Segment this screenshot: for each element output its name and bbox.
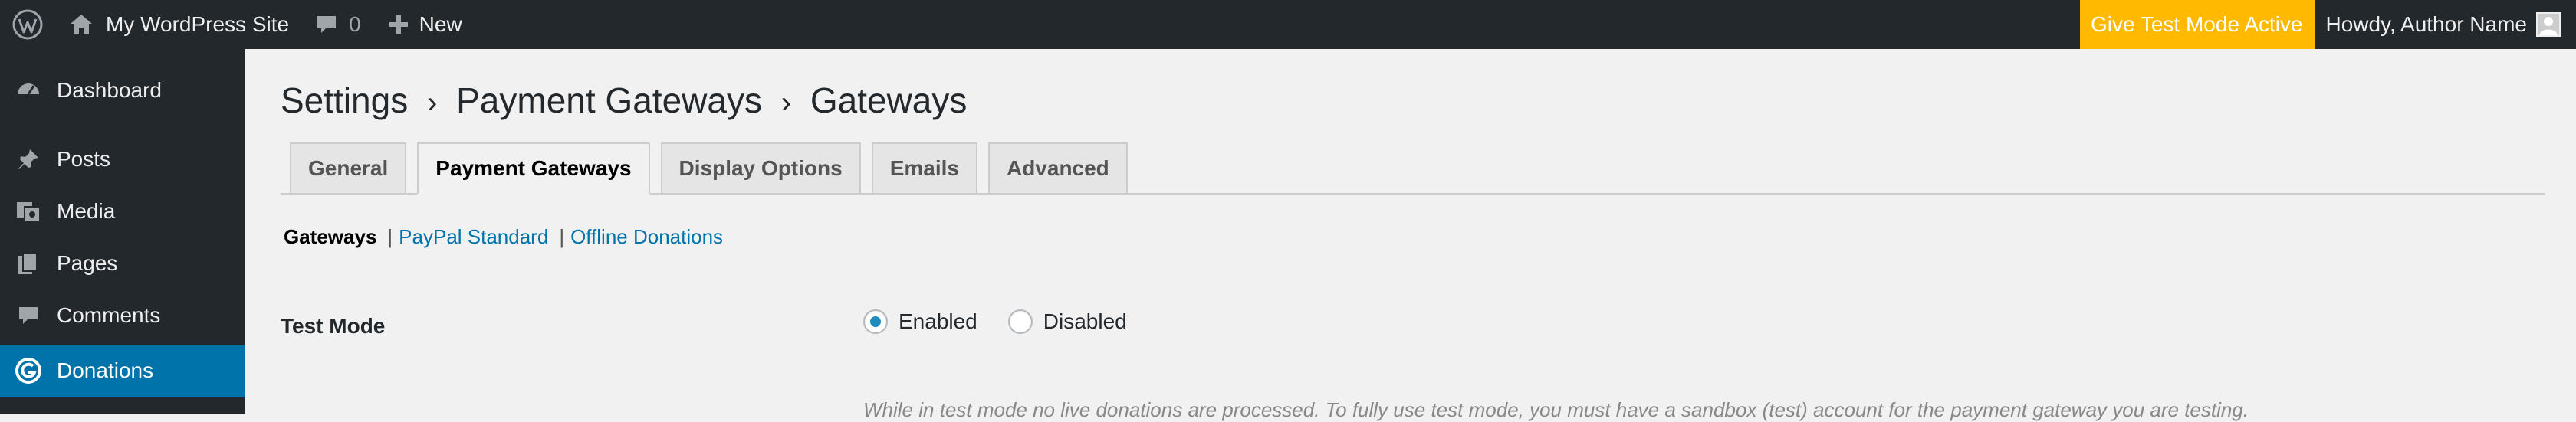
comment-icon bbox=[0, 304, 57, 327]
menu-item-comments[interactable]: Comments bbox=[0, 290, 245, 342]
test-mode-label: Test Mode bbox=[281, 314, 385, 339]
settings-tabs: General Payment Gateways Display Options… bbox=[290, 142, 1138, 193]
menu-label-posts: Posts bbox=[57, 147, 110, 172]
breadcrumb-settings: Settings bbox=[281, 80, 408, 120]
give-icon bbox=[0, 357, 57, 384]
test-mode-enabled-radio[interactable] bbox=[863, 309, 888, 334]
tab-advanced[interactable]: Advanced bbox=[988, 142, 1128, 193]
test-mode-radio-group: Enabled Disabled bbox=[863, 309, 1158, 334]
menu-item-donations[interactable]: Donations bbox=[0, 345, 245, 397]
new-content-link[interactable]: New bbox=[389, 0, 462, 49]
menu-label-media: Media bbox=[57, 199, 115, 224]
menu-label-pages: Pages bbox=[57, 251, 117, 276]
tab-payment-gateways[interactable]: Payment Gateways bbox=[417, 142, 649, 195]
tab-general[interactable]: General bbox=[290, 142, 406, 193]
test-mode-badge[interactable]: Give Test Mode Active bbox=[2080, 0, 2315, 49]
account-menu[interactable]: Howdy, Author Name bbox=[2315, 0, 2576, 49]
wordpress-logo-icon[interactable] bbox=[0, 0, 55, 49]
subnav-paypal-standard[interactable]: PayPal Standard bbox=[399, 225, 548, 249]
howdy-text: Howdy, Author Name bbox=[2326, 12, 2528, 37]
media-icon bbox=[0, 199, 57, 224]
admin-bar: My WordPress Site 0 New Give Test Mode A… bbox=[0, 0, 2576, 49]
breadcrumb-gateways: Gateways bbox=[810, 80, 968, 120]
avatar bbox=[2536, 12, 2561, 37]
tab-emails[interactable]: Emails bbox=[872, 142, 978, 193]
subnav-separator: | bbox=[387, 225, 393, 249]
breadcrumb-separator: › bbox=[427, 86, 437, 119]
new-label: New bbox=[419, 12, 462, 37]
site-name: My WordPress Site bbox=[106, 12, 289, 37]
subnav-gateways[interactable]: Gateways bbox=[284, 225, 376, 249]
test-mode-disabled-label[interactable]: Disabled bbox=[1043, 309, 1127, 334]
test-mode-help-text: While in test mode no live donations are… bbox=[863, 398, 2249, 422]
site-name-link[interactable]: My WordPress Site bbox=[55, 0, 315, 49]
pin-icon bbox=[0, 147, 57, 172]
menu-item-dashboard[interactable]: Dashboard bbox=[0, 64, 245, 116]
comment-icon bbox=[315, 13, 338, 36]
main-content: Settings › Payment Gateways › Gateways G… bbox=[245, 49, 2576, 414]
menu-item-posts[interactable]: Posts bbox=[0, 133, 245, 185]
subnav-separator: | bbox=[559, 225, 564, 249]
comments-link[interactable]: 0 bbox=[315, 0, 389, 49]
home-icon bbox=[69, 13, 94, 36]
breadcrumb-separator: › bbox=[781, 86, 791, 119]
breadcrumb-payment-gateways: Payment Gateways bbox=[456, 80, 762, 120]
menu-label-donations: Donations bbox=[57, 358, 153, 383]
menu-item-pages[interactable]: Pages bbox=[0, 237, 245, 290]
subnav-offline-donations[interactable]: Offline Donations bbox=[570, 225, 723, 249]
section-subnav: Gateways | PayPal Standard | Offline Don… bbox=[284, 225, 723, 249]
admin-menu: Dashboard Posts Media Pages Comments Don… bbox=[0, 49, 245, 414]
plus-icon bbox=[389, 15, 409, 34]
tab-display-options[interactable]: Display Options bbox=[661, 142, 861, 193]
menu-label-comments: Comments bbox=[57, 303, 160, 328]
test-mode-enabled-label[interactable]: Enabled bbox=[899, 309, 978, 334]
menu-item-media[interactable]: Media bbox=[0, 185, 245, 237]
page-title: Settings › Payment Gateways › Gateways bbox=[281, 80, 967, 121]
test-mode-disabled-radio[interactable] bbox=[1008, 309, 1033, 334]
menu-label-dashboard: Dashboard bbox=[57, 78, 162, 103]
dashboard-icon bbox=[0, 77, 57, 103]
comments-count: 0 bbox=[349, 12, 361, 37]
pages-icon bbox=[0, 251, 57, 276]
